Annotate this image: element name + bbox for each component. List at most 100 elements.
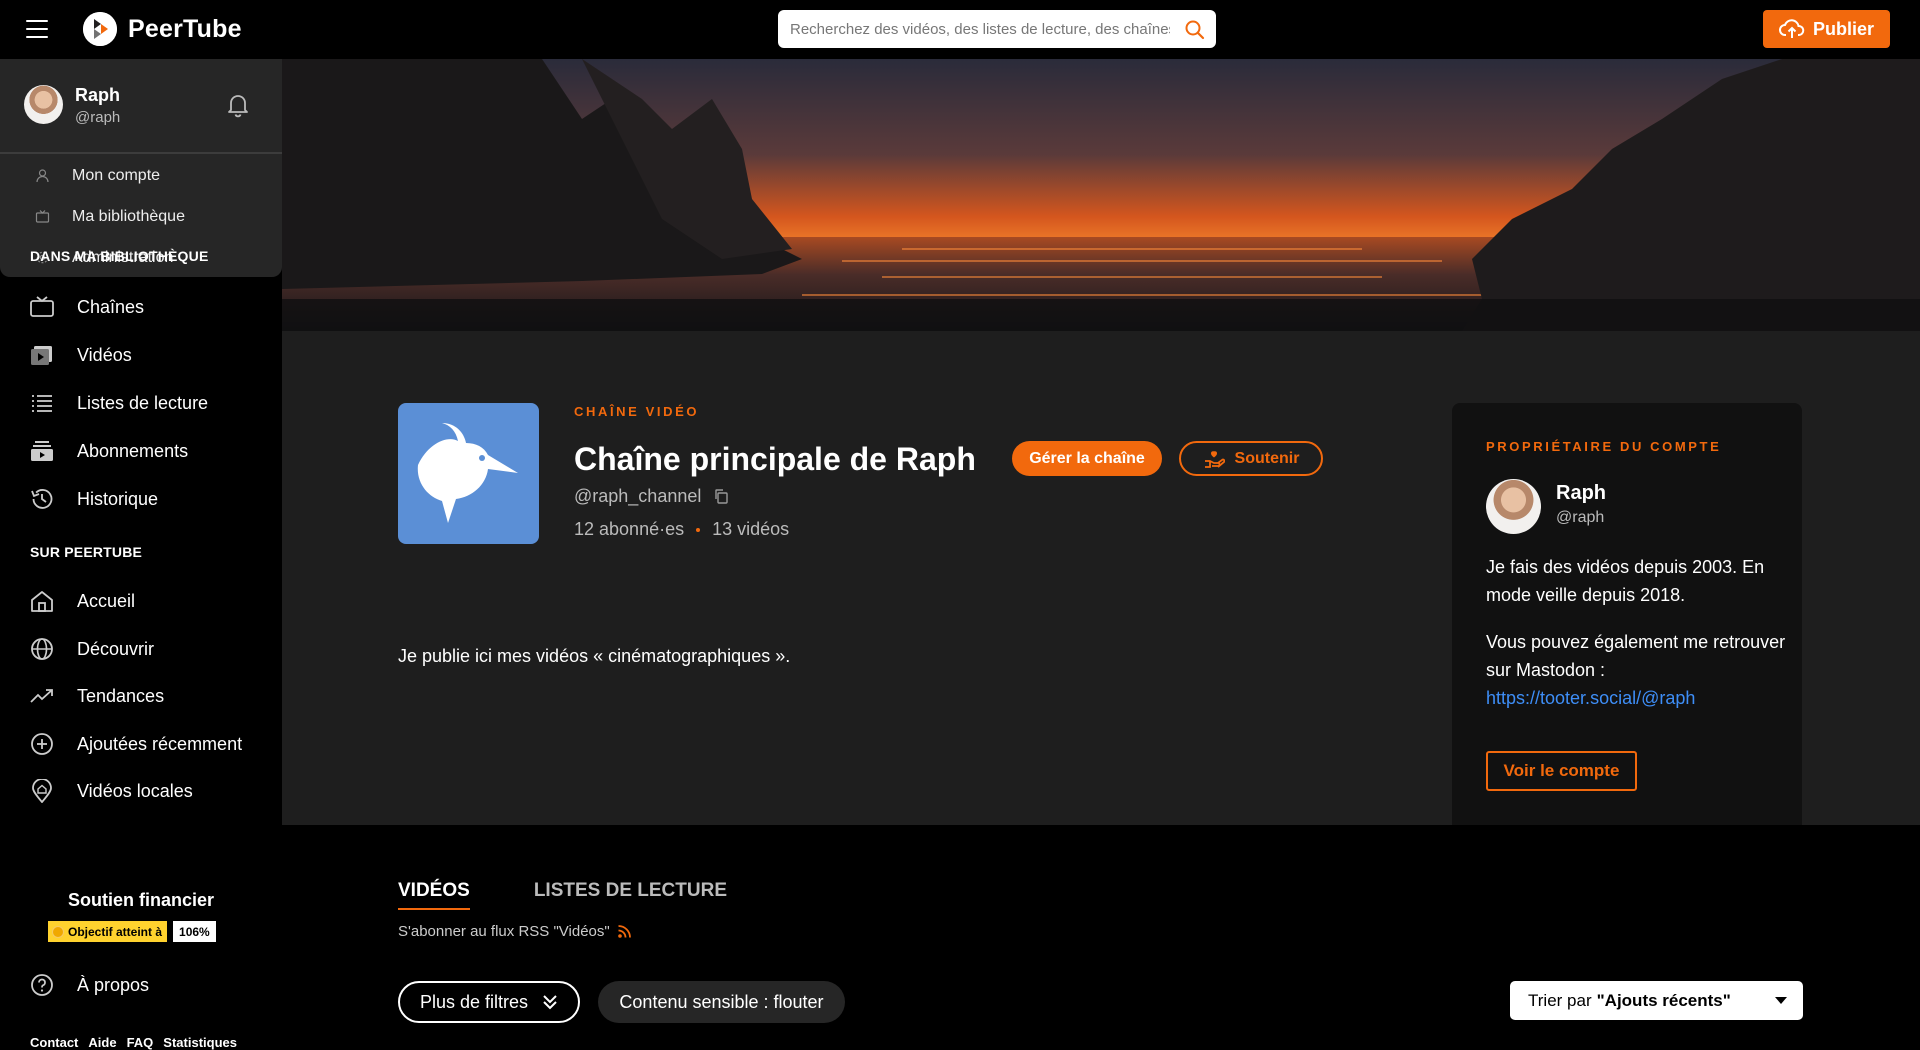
subscriptions-icon (29, 439, 55, 463)
home-pin-icon (29, 778, 55, 804)
mastodon-link[interactable]: https://tooter.social/@raph (1486, 688, 1695, 708)
sidebar-item-label: Découvrir (77, 638, 155, 659)
sidebar-item-label: Vidéos (77, 344, 132, 365)
globe-icon (29, 637, 55, 661)
menu-item-my-account[interactable]: Mon compte (0, 155, 282, 196)
funding-badge[interactable]: Objectif atteint à 106% (48, 921, 216, 942)
support-hand-icon (1204, 450, 1225, 468)
copy-icon[interactable] (713, 488, 729, 505)
avatar[interactable] (24, 85, 63, 124)
user-icon (35, 168, 50, 183)
tab-playlists[interactable]: LISTES DE LECTURE (534, 880, 727, 910)
footer-links: Contact Aide FAQ Statistiques (30, 1035, 237, 1050)
sidebar-item-label: Tendances (77, 685, 165, 706)
owner-bio-mastodon: Vous pouvez également me retrouver sur M… (1486, 628, 1786, 712)
owner-kicker: PROPRIÉTAIRE DU COMPTE (1486, 439, 1722, 454)
top-header: PeerTube Publier (0, 0, 1920, 59)
trending-icon (29, 684, 55, 708)
footer-link-stats[interactable]: Statistiques (163, 1035, 237, 1050)
sidebar-item-trending[interactable]: Tendances (0, 676, 282, 716)
owner-bio: Je fais des vidéos depuis 2003. En mode … (1486, 553, 1786, 731)
channel-kicker: CHAÎNE VIDÉO (574, 404, 700, 419)
footer-link-faq[interactable]: FAQ (127, 1035, 154, 1050)
library-icon (35, 209, 50, 224)
menu-toggle-icon[interactable] (26, 20, 48, 38)
funding-badge-goal: Objectif atteint à (48, 921, 168, 942)
peertube-logo[interactable]: PeerTube (83, 12, 242, 46)
sidebar-item-home[interactable]: Accueil (0, 581, 282, 621)
section-title-peertube: SUR PEERTUBE (30, 544, 143, 560)
sidebar-item-label: Accueil (77, 590, 136, 611)
sidebar-item-label: Historique (77, 488, 159, 509)
sidebar-item-label: Abonnements (77, 440, 189, 461)
owner-avatar[interactable] (1486, 479, 1541, 534)
owner-name[interactable]: Raph (1556, 482, 1606, 505)
sidebar-item-channels[interactable]: Chaînes (0, 287, 282, 327)
manage-channel-button[interactable]: Gérer la chaîne (1012, 441, 1162, 476)
menu-item-my-library[interactable]: Ma bibliothèque (0, 196, 282, 237)
sidebar-item-label: Vidéos locales (77, 780, 193, 801)
publish-label: Publier (1812, 18, 1874, 39)
search-icon[interactable] (1184, 19, 1206, 41)
sidebar-item-videos[interactable]: Vidéos (0, 335, 282, 375)
video-count: 13 vidéos (712, 519, 790, 539)
sidebar-item-history[interactable]: Historique (0, 479, 282, 519)
support-label: Soutenir (1234, 449, 1300, 467)
rss-label: S'abonner au flux RSS "Vidéos" (398, 923, 610, 940)
channel-info-area: CHAÎNE VIDÉO Chaîne principale de Raph G… (282, 331, 1920, 825)
channel-handle: @raph_channel (574, 486, 702, 506)
stats-separator (696, 527, 701, 532)
sort-prefix: Trier par (1528, 990, 1592, 1010)
sensitive-content-button[interactable]: Contenu sensible : flouter (598, 981, 845, 1023)
cloud-upload-icon (1779, 19, 1805, 38)
channel-description: Je publie ici mes vidéos « cinématograph… (398, 646, 791, 666)
sort-select[interactable]: Trier par "Ajouts récents" (1510, 981, 1803, 1020)
menu-item-label: Mon compte (72, 166, 161, 184)
videos-icon (29, 343, 55, 367)
owner-card: PROPRIÉTAIRE DU COMPTE Raph @raph Je fai… (1452, 403, 1802, 825)
publish-button[interactable]: Publier (1763, 10, 1890, 48)
user-handle: @raph (75, 109, 121, 126)
menu-item-label: Ma bibliothèque (72, 207, 185, 225)
plus-circle-icon (29, 732, 55, 756)
sidebar-item-label: À propos (77, 974, 150, 995)
funding-title: Soutien financier (67, 890, 215, 910)
user-card: Raph @raph Mon compte Ma bibliothèque Ad… (0, 59, 282, 277)
tab-videos[interactable]: VIDÉOS (398, 880, 470, 910)
sidebar-item-label: Chaînes (77, 296, 145, 317)
footer-link-contact[interactable]: Contact (30, 1035, 78, 1050)
footer-link-help[interactable]: Aide (88, 1035, 116, 1050)
sidebar-item-recently-added[interactable]: Ajoutées récemment (0, 724, 282, 764)
help-circle-icon (29, 973, 55, 997)
channel-handle-row: @raph_channel (574, 486, 729, 507)
channel-stats: 12 abonné·es 13 vidéos (574, 519, 789, 540)
playlists-icon (29, 391, 55, 415)
rss-subscribe-link[interactable]: S'abonner au flux RSS "Vidéos" (398, 923, 632, 940)
sidebar-item-about[interactable]: À propos (0, 965, 282, 1005)
sidebar-item-local-videos[interactable]: Vidéos locales (0, 771, 282, 811)
channel-banner (282, 59, 1920, 331)
support-button[interactable]: Soutenir (1179, 441, 1323, 476)
owner-bio-line: Je fais des vidéos depuis 2003. En mode … (1486, 557, 1765, 605)
owner-handle: @raph (1556, 509, 1605, 526)
owner-bio-line: Vous pouvez également me retrouver sur M… (1486, 632, 1786, 680)
sidebar-item-discover[interactable]: Découvrir (0, 629, 282, 669)
search-box (778, 10, 1216, 48)
user-info: Raph @raph (0, 59, 282, 154)
user-name[interactable]: Raph (75, 85, 120, 106)
sidebar: Raph @raph Mon compte Ma bibliothèque Ad… (0, 59, 282, 1050)
home-icon (29, 589, 55, 613)
channel-avatar[interactable] (398, 403, 539, 544)
peertube-logo-icon (83, 12, 117, 46)
channels-icon (29, 295, 55, 319)
more-filters-button[interactable]: Plus de filtres (398, 981, 580, 1023)
section-title-library: DANS MA BIBLIOTHÈQUE (30, 248, 209, 264)
sidebar-item-playlists[interactable]: Listes de lecture (0, 383, 282, 423)
bell-icon[interactable] (226, 92, 250, 118)
funding-badge-value: 106% (173, 921, 216, 942)
view-account-button[interactable]: Voir le compte (1486, 751, 1637, 791)
double-chevron-down-icon (543, 995, 557, 1010)
sidebar-item-subscriptions[interactable]: Abonnements (0, 431, 282, 471)
channel-tabs: VIDÉOS LISTES DE LECTURE (398, 880, 727, 910)
search-input[interactable] (790, 10, 1170, 48)
